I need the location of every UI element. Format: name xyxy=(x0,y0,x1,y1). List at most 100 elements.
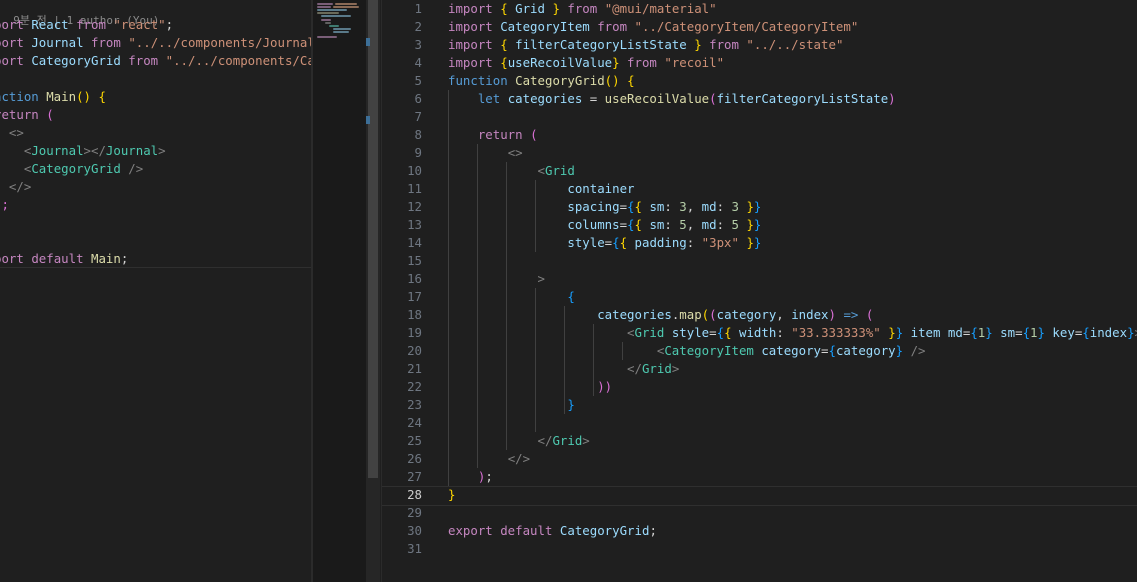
line-number: 13 xyxy=(407,217,422,232)
scrollbar-thumb[interactable] xyxy=(368,0,378,478)
code-line[interactable]: 3 import { filterCategoryListState } from… xyxy=(382,36,1137,54)
code-line[interactable]: 28} xyxy=(382,486,1137,504)
code-token: Journal xyxy=(105,143,159,158)
code-line[interactable]: 21 </Grid> xyxy=(382,360,1137,378)
code-token: from xyxy=(597,19,635,34)
code-token: : xyxy=(686,235,702,250)
left-editor-pane[interactable]: , 9분 전 | 1 author (You) port React from … xyxy=(0,0,311,582)
code-token: function xyxy=(448,73,516,88)
code-token: "recoil" xyxy=(664,55,725,70)
code-line-text: import { Grid } from "@mui/material" xyxy=(448,0,717,18)
code-token: import xyxy=(448,37,501,52)
code-line[interactable]: port CategoryGrid from "../../components… xyxy=(0,52,311,70)
minimap-line xyxy=(321,15,351,17)
line-number: 28 xyxy=(407,487,422,502)
code-line-text: <CategoryGrid /> xyxy=(0,160,143,178)
code-line[interactable]: port React from "react"; xyxy=(0,16,311,34)
code-line[interactable]: 5 function CategoryGrid() { xyxy=(382,72,1137,90)
code-line-text: return ( xyxy=(448,126,538,144)
code-line[interactable]: 12 spacing={{ sm: 3, md: 3 }} xyxy=(382,198,1137,216)
right-editor-pane[interactable]: 1 import { Grid } from "@mui/material" 2 im… xyxy=(381,0,1137,582)
code-line[interactable]: 1 import { Grid } from "@mui/material" xyxy=(382,0,1137,18)
line-number: 1 xyxy=(414,1,422,16)
code-line[interactable]: 22 )) xyxy=(382,378,1137,396)
code-token: filterCategoryListState xyxy=(716,91,889,106)
code-token: } xyxy=(1127,325,1135,340)
code-token: : xyxy=(664,217,680,232)
code-token: > xyxy=(537,271,545,286)
code-line[interactable]: <> xyxy=(0,124,311,142)
code-line[interactable]: <CategoryGrid /> xyxy=(0,160,311,178)
code-line[interactable]: 8 return ( xyxy=(382,126,1137,144)
code-token: { xyxy=(567,289,575,304)
code-line-text: import {useRecoilValue} from "recoil" xyxy=(448,54,724,72)
code-line[interactable] xyxy=(0,232,311,250)
code-line[interactable]: 20 <CategoryItem category={category} /> xyxy=(382,342,1137,360)
code-token: index xyxy=(791,307,829,322)
code-token: container xyxy=(567,181,635,196)
code-line[interactable]: 15 xyxy=(382,252,1137,270)
code-token: > xyxy=(671,361,680,376)
code-line[interactable]: 27 ); xyxy=(382,468,1137,486)
code-token: 5 xyxy=(731,217,747,232)
code-line[interactable]: 18 categories.map((category, index) => ( xyxy=(382,306,1137,324)
code-line[interactable]: 13 columns={{ sm: 5, md: 5 }} xyxy=(382,216,1137,234)
line-number: 12 xyxy=(407,199,422,214)
scrollbar-marker xyxy=(366,116,370,124)
code-line[interactable]: 9 <> xyxy=(382,144,1137,162)
code-line[interactable]: 29 xyxy=(382,504,1137,522)
code-line[interactable]: 17 { xyxy=(382,288,1137,306)
code-line[interactable]: ); xyxy=(0,196,311,214)
code-line-text: <Grid xyxy=(448,162,575,180)
code-token: { xyxy=(98,89,106,104)
code-line[interactable]: 10 <Grid xyxy=(382,162,1137,180)
code-token: CategoryItem xyxy=(500,19,598,34)
code-line[interactable] xyxy=(0,70,311,88)
code-line[interactable]: 30 export default CategoryGrid; xyxy=(382,522,1137,540)
minimap-line xyxy=(333,31,349,33)
code-line[interactable]: </> xyxy=(0,178,311,196)
code-token: { xyxy=(619,235,635,250)
code-line[interactable]: port default Main; xyxy=(0,250,311,268)
code-line[interactable]: 16 > xyxy=(382,270,1137,288)
code-token: ( xyxy=(865,307,874,322)
line-number: 16 xyxy=(407,271,422,286)
code-line[interactable] xyxy=(0,214,311,232)
code-token: padding xyxy=(634,235,687,250)
code-line[interactable]: nction Main() { xyxy=(0,88,311,106)
code-line[interactable]: 6 let categories = useRecoilValue(filter… xyxy=(382,90,1137,108)
code-line[interactable]: 7 xyxy=(382,108,1137,126)
code-line-text: <> xyxy=(0,124,24,142)
code-line[interactable]: port Journal from "../../components/Jour… xyxy=(0,34,311,52)
vertical-scrollbar[interactable] xyxy=(366,0,380,582)
code-line[interactable]: 26 </> xyxy=(382,450,1137,468)
code-line[interactable]: 24 xyxy=(382,414,1137,432)
minimap[interactable] xyxy=(313,0,368,582)
code-line[interactable]: 25 </Grid> xyxy=(382,432,1137,450)
code-line[interactable]: return ( xyxy=(0,106,311,124)
code-line[interactable]: 19 <Grid style={{ width: "33.333333%" }}… xyxy=(382,324,1137,342)
code-token: } xyxy=(746,235,754,250)
code-line-text: port CategoryGrid from "../../components… xyxy=(0,52,311,70)
code-line[interactable]: <Journal></Journal> xyxy=(0,142,311,160)
code-line[interactable]: 2 import CategoryItem from "../CategoryIt… xyxy=(382,18,1137,36)
code-line-text: } xyxy=(448,486,455,504)
code-token: Grid xyxy=(634,325,672,340)
code-line[interactable]: 23 } xyxy=(382,396,1137,414)
code-line[interactable]: 14 style={{ padding: "3px" }} xyxy=(382,234,1137,252)
codelens-annotation[interactable]: , 9분 전 | 1 author (You) xyxy=(0,0,311,27)
code-line[interactable]: 4 import {useRecoilValue} from "recoil" xyxy=(382,54,1137,72)
minimap-line xyxy=(329,25,339,27)
code-line[interactable]: 11 container xyxy=(382,180,1137,198)
code-line[interactable]: 31 xyxy=(382,540,1137,558)
code-token: { xyxy=(970,325,978,340)
code-token: map xyxy=(679,307,702,322)
code-line-text: import { filterCategoryListState } from … xyxy=(448,36,843,54)
